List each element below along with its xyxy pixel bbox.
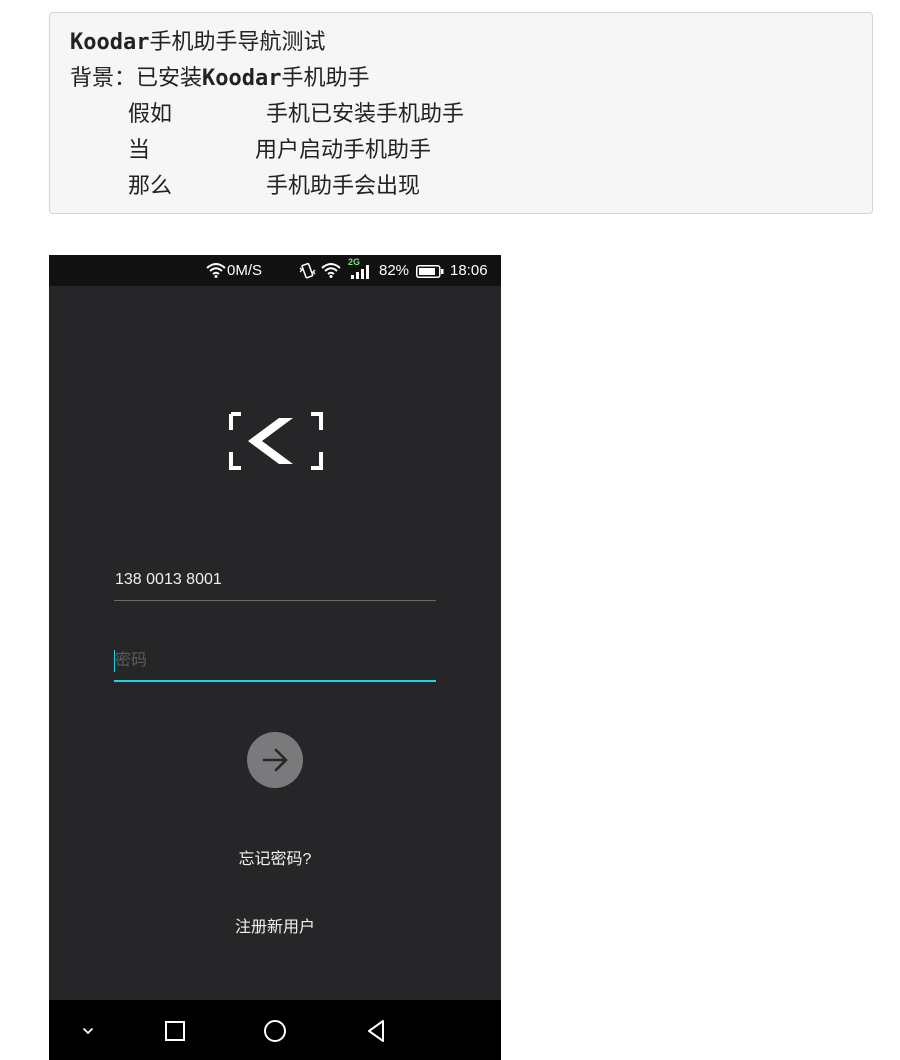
register-link[interactable]: 注册新用户 [49, 913, 501, 937]
background-brand: Koodar [202, 66, 282, 91]
recent-apps-icon[interactable] [161, 1017, 189, 1045]
wifi-icon [206, 263, 226, 278]
background-tail: 手机助手 [281, 66, 370, 91]
background-label: 背景： [70, 66, 137, 91]
scenario-code-block: Koodar手机助手导航测试 背景：已安装Koodar手机助手 假如 手机已安装… [49, 12, 873, 214]
background-text: 已安装 [136, 66, 203, 91]
password-placeholder: 密码 [115, 652, 148, 669]
phone-screenshot: 0M/S 2G 82% 18:06 138 0013 8001 密码 忘记密码?… [49, 255, 501, 1060]
feature-name: 手机助手导航测试 [149, 30, 326, 55]
step-text: 手机已安装手机助手 [266, 102, 465, 127]
phone-number-value: 138 0013 8001 [115, 571, 222, 588]
wifi-icon [321, 263, 341, 278]
feature-brand: Koodar [70, 30, 150, 55]
step-keyword: 当 [128, 138, 151, 163]
step-text: 手机助手会出现 [266, 174, 421, 199]
home-icon[interactable] [261, 1017, 289, 1045]
koodar-logo [229, 412, 323, 470]
back-icon[interactable] [362, 1017, 390, 1045]
battery-percent: 82% [379, 262, 410, 279]
password-input[interactable]: 密码 [114, 648, 436, 682]
signal-icon [351, 265, 369, 279]
chevron-down-icon[interactable] [74, 1017, 102, 1045]
forgot-password-link[interactable]: 忘记密码? [49, 845, 501, 869]
navigation-bar [49, 1000, 501, 1060]
battery-icon [416, 265, 444, 278]
step-keyword: 假如 [128, 102, 173, 127]
login-submit-button[interactable] [247, 732, 303, 788]
clock: 18:06 [450, 262, 488, 279]
phone-number-input[interactable]: 138 0013 8001 [114, 567, 436, 601]
status-bar: 0M/S 2G 82% 18:06 [49, 255, 501, 286]
step-keyword: 那么 [128, 174, 173, 199]
net-speed: 0M/S [227, 262, 263, 279]
vibrate-icon [299, 262, 316, 279]
background-line: 背景：已安装Koodar手机助手 [70, 65, 370, 93]
feature-title: Koodar手机助手导航测试 [70, 29, 326, 57]
arrow-right-icon [262, 748, 288, 772]
step-text: 用户启动手机助手 [255, 138, 432, 163]
